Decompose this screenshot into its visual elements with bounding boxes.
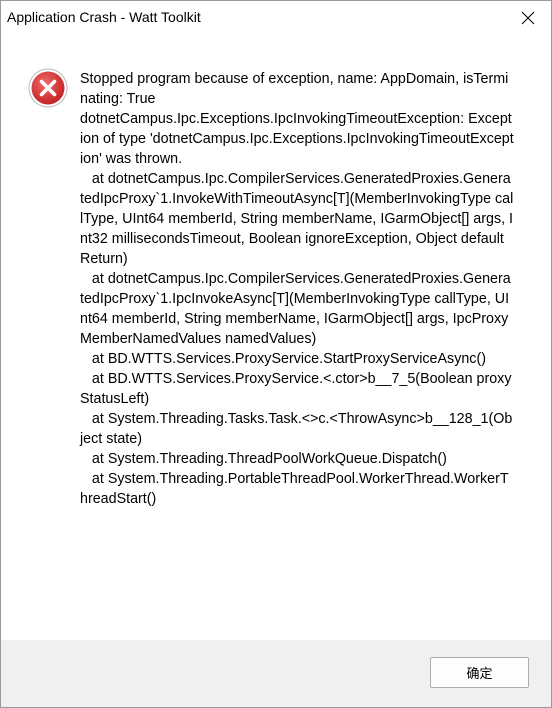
error-icon <box>28 68 68 108</box>
close-button[interactable] <box>505 1 551 34</box>
dialog-body: Stopped program because of exception, na… <box>1 34 551 640</box>
crash-dialog-window: Application Crash - Watt Toolkit Stopped… <box>0 0 552 708</box>
ok-button[interactable]: 确定 <box>430 657 529 688</box>
exception-message: Stopped program because of exception, na… <box>80 71 514 507</box>
window-title: Application Crash - Watt Toolkit <box>7 9 201 25</box>
dialog-footer: 确定 <box>1 640 551 707</box>
close-icon <box>521 11 535 24</box>
title-bar[interactable]: Application Crash - Watt Toolkit <box>1 1 551 34</box>
